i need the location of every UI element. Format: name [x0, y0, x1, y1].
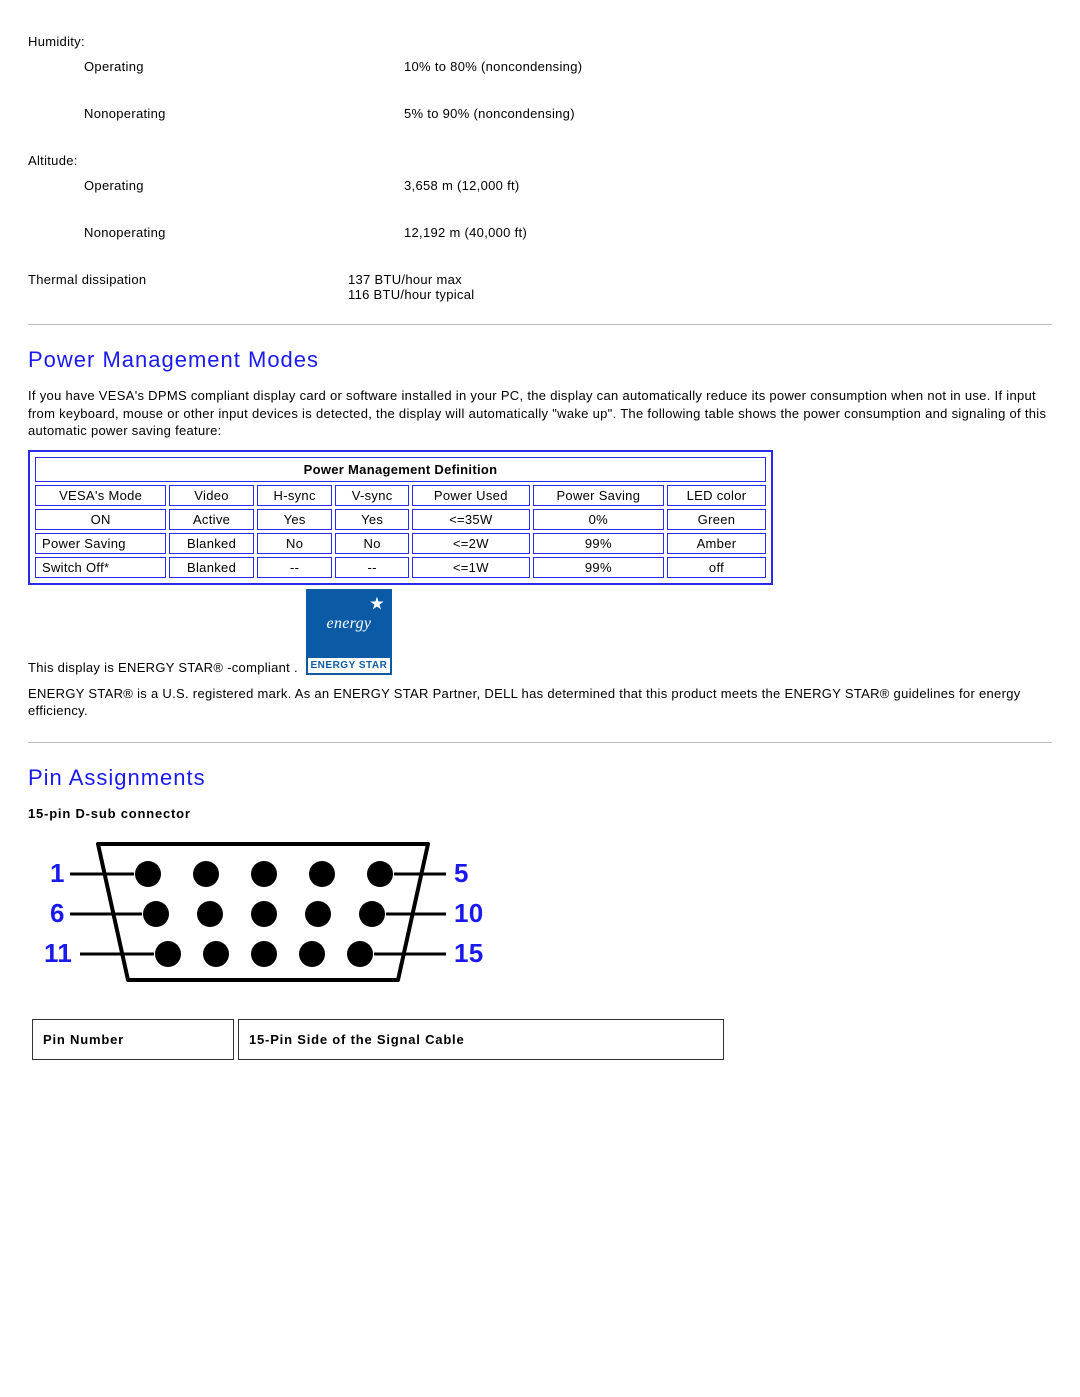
table-row: ON Active Yes Yes <=35W 0% Green: [35, 509, 766, 530]
label: Operating: [28, 59, 404, 74]
energy-star-label: ENERGY STAR: [308, 658, 390, 673]
dsub-connector-diagram: 1 5 6 10 11 15: [28, 832, 498, 997]
section-heading-power: Power Management Modes: [28, 347, 1052, 373]
label: Nonoperating: [28, 225, 404, 240]
altitude-header: Altitude:: [28, 153, 1052, 168]
section-heading-pins: Pin Assignments: [28, 765, 1052, 791]
pin-table-header: Pin Number: [32, 1019, 234, 1060]
badge-top: energy: [308, 591, 390, 658]
value-line: 116 BTU/hour typical: [348, 287, 1052, 302]
pin-label: 10: [454, 898, 484, 928]
label: Altitude:: [28, 153, 348, 168]
value: 137 BTU/hour max 116 BTU/hour typical: [348, 272, 1052, 302]
pin-table-header: 15-Pin Side of the Signal Cable: [238, 1019, 724, 1060]
value: 3,658 m (12,000 ft): [404, 178, 1052, 193]
star-icon: [370, 597, 384, 611]
pin-label: 1: [50, 858, 65, 888]
col-header: Power Used: [412, 485, 530, 506]
connector-label: 15-pin D-sub connector: [28, 805, 1052, 823]
col-header: VESA's Mode: [35, 485, 166, 506]
energy-star-badge: energy ENERGY STAR: [306, 589, 392, 675]
col-header: Power Saving: [533, 485, 664, 506]
energy-star-script: energy: [327, 615, 372, 633]
pin-label: 5: [454, 858, 469, 888]
col-header: Video: [169, 485, 254, 506]
spec-row: Operating 10% to 80% (noncondensing): [28, 59, 1052, 74]
pin-label: 6: [50, 898, 65, 928]
label: Humidity:: [28, 34, 348, 49]
col-header: LED color: [667, 485, 766, 506]
divider: [28, 742, 1052, 743]
value-line: 137 BTU/hour max: [348, 272, 1052, 287]
value: 5% to 90% (noncondensing): [404, 106, 1052, 121]
power-management-table: Power Management Definition VESA's Mode …: [28, 450, 773, 585]
label: Nonoperating: [28, 106, 404, 121]
pin-label: 11: [44, 938, 72, 968]
col-header: V-sync: [335, 485, 409, 506]
col-header: H-sync: [257, 485, 332, 506]
spec-row: Nonoperating 12,192 m (40,000 ft): [28, 225, 1052, 240]
energy-star-text: This display is ENERGY STAR® -compliant …: [28, 660, 298, 675]
energy-star-para: ENERGY STAR® is a U.S. registered mark. …: [28, 685, 1052, 720]
divider: [28, 324, 1052, 325]
table-row: Power Saving Blanked No No <=2W 99% Ambe…: [35, 533, 766, 554]
table-row: Switch Off* Blanked -- -- <=1W 99% off: [35, 557, 766, 578]
value: 12,192 m (40,000 ft): [404, 225, 1052, 240]
label: Thermal dissipation: [28, 272, 348, 302]
pin-label: 15: [454, 938, 484, 968]
pm-caption: Power Management Definition: [35, 457, 766, 482]
value: 10% to 80% (noncondensing): [404, 59, 1052, 74]
humidity-header: Humidity:: [28, 34, 1052, 49]
pm-intro: If you have VESA's DPMS compliant displa…: [28, 387, 1052, 440]
spec-row: Nonoperating 5% to 90% (noncondensing): [28, 106, 1052, 121]
spec-row: Thermal dissipation 137 BTU/hour max 116…: [28, 272, 1052, 302]
pin-table: Pin Number 15-Pin Side of the Signal Cab…: [28, 1015, 728, 1064]
label: Operating: [28, 178, 404, 193]
spec-row: Operating 3,658 m (12,000 ft): [28, 178, 1052, 193]
